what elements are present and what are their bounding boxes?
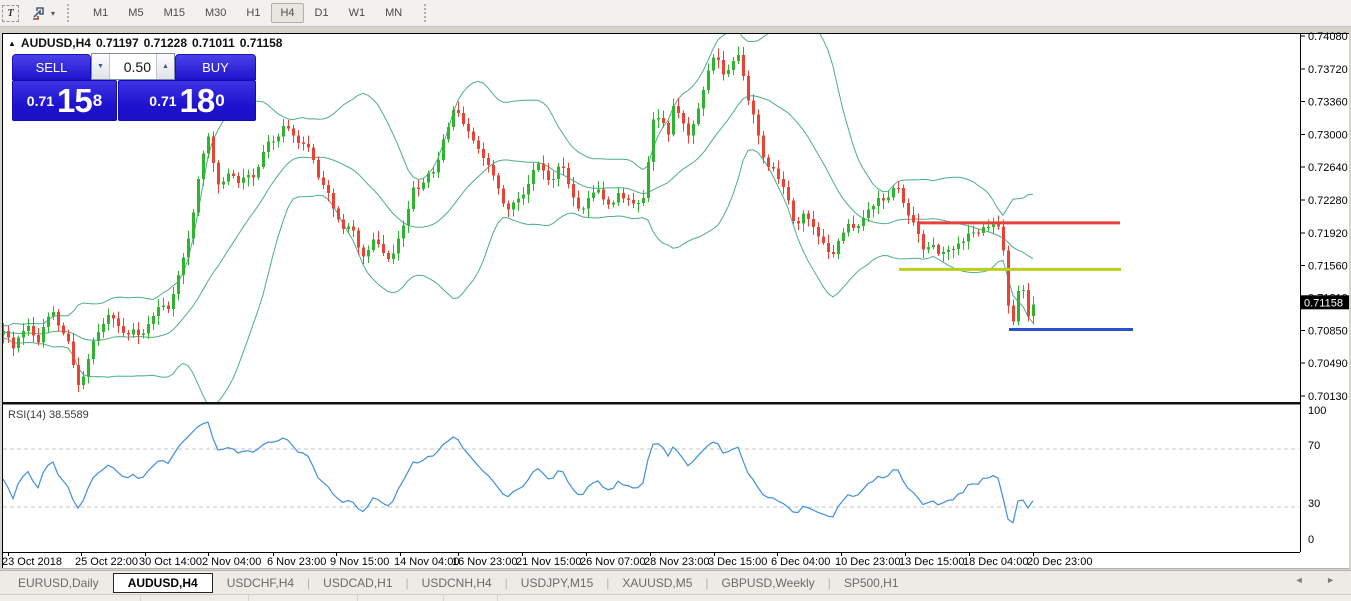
tab-eurusd-daily[interactable]: EURUSD,Daily — [6, 573, 111, 593]
tab-scroll-right-icon[interactable]: ► — [1326, 575, 1345, 585]
status-separator — [497, 595, 498, 601]
time-tick-label: 26 Nov 07:00 — [580, 556, 645, 568]
rsi-tick-label: 100 — [1308, 405, 1326, 417]
time-tick-label: 23 Oct 2018 — [2, 556, 62, 568]
volume-decrease-button[interactable]: ▼ — [92, 54, 110, 79]
tab-usdchf-h4[interactable]: USDCHF,H4 — [215, 573, 306, 593]
price-tick-label: 0.73000 — [1308, 129, 1348, 141]
chevron-down-icon: ▾ — [51, 9, 55, 18]
timeframe-button-h4[interactable]: H4 — [271, 3, 303, 23]
chart-symbol-label: AUDUSD,H4 — [21, 36, 91, 50]
time-tick-label: 21 Nov 15:00 — [516, 556, 581, 568]
buy-button[interactable]: BUY — [175, 54, 256, 80]
toolbar-grip-right — [424, 4, 430, 22]
symbol-tabs: EURUSD,DailyAUDUSD,H4USDCHF,H4|USDCAD,H1… — [6, 573, 911, 593]
timeframe-button-mn[interactable]: MN — [376, 3, 411, 23]
time-tick-label: 6 Nov 23:00 — [267, 556, 326, 568]
time-tick-label: 30 Oct 14:00 — [139, 556, 202, 568]
rsi-tick-label: 0 — [1308, 534, 1314, 546]
ohlc-high: 0.71228 — [144, 36, 187, 50]
timeframe-button-m5[interactable]: M5 — [119, 3, 152, 23]
tab-usdcnh-h4[interactable]: USDCNH,H4 — [410, 573, 504, 593]
price-tick-label: 0.71560 — [1308, 261, 1348, 273]
time-tick-label: 16 Nov 23:00 — [452, 556, 517, 568]
time-tick-label: 18 Dec 04:00 — [963, 556, 1028, 568]
arrows-tool-button[interactable]: ▾ — [31, 6, 55, 21]
time-tick-label: 13 Dec 15:00 — [899, 556, 964, 568]
buy-price-button[interactable]: 0.71 18 0 — [118, 80, 256, 121]
tab-gbpusd-weekly[interactable]: GBPUSD,Weekly — [710, 573, 827, 593]
pane-divider[interactable] — [2, 402, 1300, 405]
price-tick-label: 0.70850 — [1308, 325, 1348, 337]
price-tick-label: 0.72640 — [1308, 162, 1348, 174]
sell-price-button[interactable]: 0.71 15 8 — [12, 80, 117, 121]
sell-price-main: 15 — [57, 84, 92, 118]
top-toolbar: T ▾ M1M5M15M30H1H4D1W1MN — [0, 0, 1351, 27]
buy-price-prefix: 0.71 — [149, 93, 176, 109]
timeframe-button-m30[interactable]: M30 — [196, 3, 235, 23]
buy-price-pip: 0 — [215, 91, 224, 111]
volume-stepper: ▼ ▲ — [91, 53, 175, 80]
symbol-tab-bar: EURUSD,DailyAUDUSD,H4USDCHF,H4|USDCAD,H1… — [0, 570, 1351, 594]
tab-xauusd-m5[interactable]: XAUUSD,M5 — [610, 573, 704, 593]
time-tick-label: 6 Dec 04:00 — [771, 556, 830, 568]
timeframe-button-h1[interactable]: H1 — [237, 3, 269, 23]
collapse-panel-icon[interactable]: ▲ — [8, 39, 16, 48]
sell-price-prefix: 0.71 — [27, 93, 54, 109]
timeframe-button-m1[interactable]: M1 — [84, 3, 117, 23]
sell-price-pip: 8 — [93, 91, 102, 111]
rsi-tick-label: 30 — [1308, 498, 1320, 510]
sell-button[interactable]: SELL — [12, 54, 91, 80]
time-tick-label: 10 Dec 23:00 — [835, 556, 900, 568]
rsi-value: 38.5589 — [49, 409, 89, 421]
rsi-indicator-label: RSI(14) 38.5589 — [8, 409, 89, 421]
time-tick-label: 20 Dec 23:00 — [1027, 556, 1092, 568]
timeframe-button-d1[interactable]: D1 — [306, 3, 338, 23]
price-tick-label: 0.70490 — [1308, 358, 1348, 370]
toolbar-grip — [67, 4, 73, 22]
tab-sp500-h1[interactable]: SP500,H1 — [832, 573, 911, 593]
price-tick-label: 0.73360 — [1308, 97, 1348, 109]
ohlc-open: 0.71197 — [96, 36, 139, 50]
status-separator — [357, 595, 358, 601]
time-tick-label: 28 Nov 23:00 — [644, 556, 709, 568]
time-tick-label: 25 Oct 22:00 — [75, 556, 138, 568]
time-tick-label: 9 Nov 15:00 — [330, 556, 389, 568]
tab-usdjpy-m15[interactable]: USDJPY,M15 — [509, 573, 605, 593]
ohlc-low: 0.71011 — [192, 36, 235, 50]
current-price-tag-label: 0.71158 — [1304, 297, 1343, 309]
time-tick-label: 14 Nov 04:00 — [394, 556, 459, 568]
status-separator — [443, 595, 444, 601]
tab-audusd-h4[interactable]: AUDUSD,H4 — [113, 573, 213, 593]
tab-scroll-arrows: ◄ ► — [1295, 575, 1345, 585]
timeframe-button-w1[interactable]: W1 — [340, 3, 375, 23]
status-separator — [140, 595, 141, 601]
time-tick-label: 2 Nov 04:00 — [202, 556, 261, 568]
price-tick-label: 0.70130 — [1308, 391, 1348, 403]
one-click-trade-panel: SELL ▼ ▲ BUY 0.71 15 8 0.71 18 0 — [10, 53, 256, 119]
price-tick-label: 0.74080 — [1308, 31, 1348, 43]
price-tick-label: 0.71920 — [1308, 228, 1348, 240]
buy-price-main: 18 — [180, 84, 215, 118]
arrows-icon — [31, 6, 47, 21]
text-tool-icon[interactable]: T — [2, 5, 19, 22]
rsi-name: RSI(14) — [8, 409, 46, 421]
chart-title: ▲ AUDUSD,H4 0.71197 0.71228 0.71011 0.71… — [8, 36, 282, 50]
volume-increase-button[interactable]: ▲ — [156, 54, 174, 79]
status-separator — [248, 595, 249, 601]
volume-input[interactable] — [110, 54, 156, 79]
tab-scroll-left-icon[interactable]: ◄ — [1295, 575, 1314, 585]
timeframe-button-m15[interactable]: M15 — [155, 3, 194, 23]
price-tick-label: 0.72280 — [1308, 195, 1348, 207]
time-tick-label: 3 Dec 15:00 — [708, 556, 767, 568]
rsi-tick-label: 70 — [1308, 440, 1320, 452]
timeframe-button-row: M1M5M15M30H1H4D1W1MN — [83, 3, 412, 23]
ohlc-close: 0.71158 — [240, 36, 283, 50]
price-tick-label: 0.73720 — [1308, 64, 1348, 76]
tab-usdcad-h1[interactable]: USDCAD,H1 — [311, 573, 404, 593]
